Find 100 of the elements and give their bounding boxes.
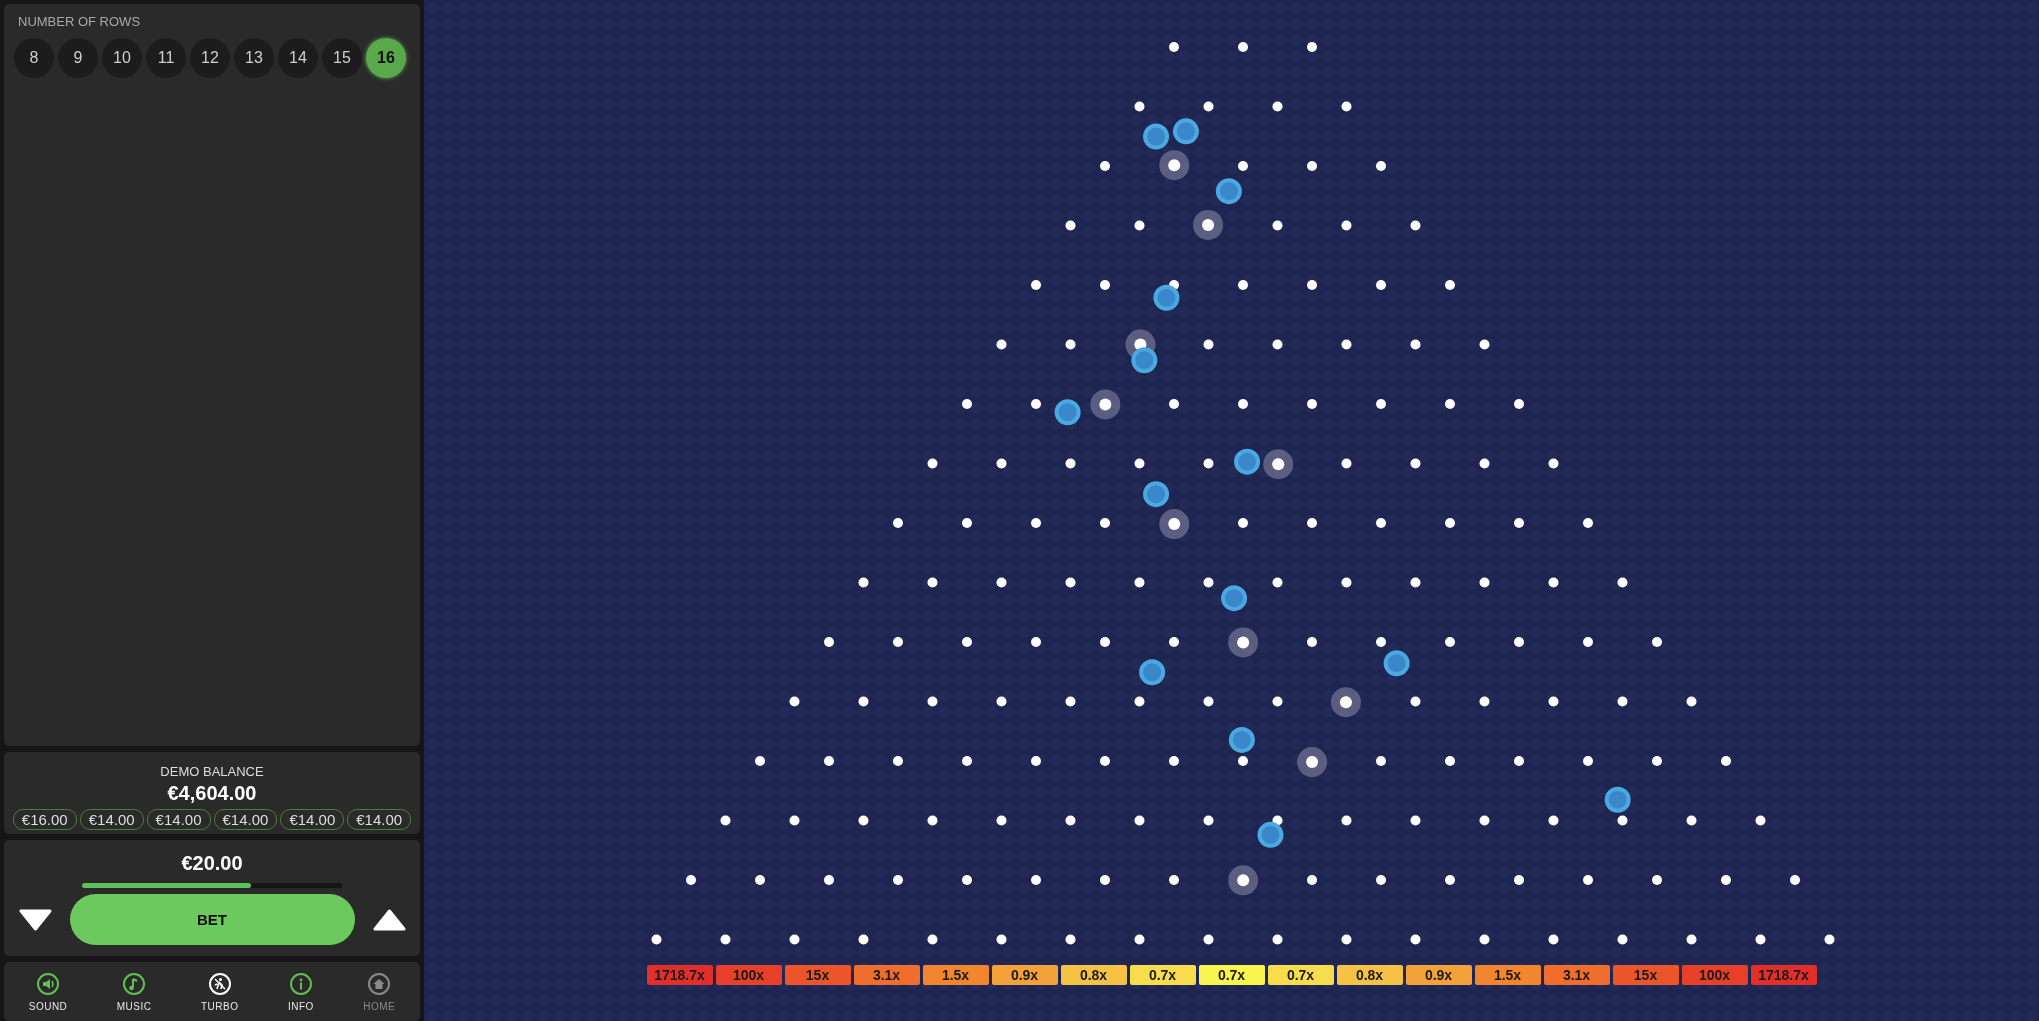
ball: [1215, 178, 1242, 205]
peg: [1341, 101, 1352, 112]
fading-ball: [1228, 627, 1259, 658]
peg: [1238, 518, 1248, 528]
multiplier-slot: 100x: [1681, 965, 1748, 985]
peg: [1790, 875, 1800, 885]
peg: [927, 696, 938, 707]
peg: [1307, 161, 1317, 171]
fading-ball: [1090, 389, 1121, 420]
fading-ball: [1263, 449, 1294, 480]
peg: [962, 399, 972, 409]
peg: [755, 875, 765, 885]
increase-button[interactable]: [372, 908, 406, 931]
peg: [1479, 696, 1490, 707]
peg: [824, 875, 834, 885]
ball: [1383, 650, 1410, 677]
balance-label: DEMO BALANCE: [160, 764, 264, 779]
peg: [1134, 458, 1145, 469]
peg: [1376, 161, 1386, 171]
peg: [1617, 577, 1628, 588]
peg: [1341, 458, 1352, 469]
peg: [1203, 101, 1214, 112]
peg: [1307, 518, 1317, 528]
fading-ball: [1159, 509, 1190, 540]
row-count-button[interactable]: 11: [146, 38, 186, 78]
fading-ball: [1193, 209, 1224, 240]
peg: [893, 875, 903, 885]
peg: [824, 756, 834, 766]
peg: [1376, 280, 1386, 290]
row-count-button[interactable]: 15: [322, 38, 362, 78]
bet-button[interactable]: BET: [69, 894, 355, 945]
peg: [651, 934, 662, 945]
peg: [1203, 339, 1214, 350]
triangle-up-icon: [372, 908, 406, 931]
peg: [1376, 756, 1386, 766]
peg: [1065, 934, 1076, 945]
peg: [1272, 101, 1283, 112]
peg: [1203, 577, 1214, 588]
peg: [1238, 42, 1248, 52]
peg: [1169, 637, 1179, 647]
peg: [996, 696, 1007, 707]
peg: [1445, 399, 1455, 409]
ball: [1131, 347, 1158, 374]
peg: [1169, 399, 1179, 409]
win-chip: €14.00: [213, 809, 278, 830]
peg: [1376, 875, 1386, 885]
multiplier-slot: 1718.7x: [1750, 965, 1817, 985]
row-count-button[interactable]: 8: [14, 38, 54, 78]
peg: [1514, 399, 1524, 409]
peg: [789, 934, 800, 945]
fading-ball: [1297, 747, 1328, 777]
peg: [1376, 399, 1386, 409]
peg: [1341, 815, 1352, 826]
peg: [1100, 280, 1110, 290]
music-note-icon: [122, 971, 147, 996]
peg: [1445, 518, 1455, 528]
peg: [962, 875, 972, 885]
multiplier-slot: 1.5x: [1474, 965, 1541, 985]
row-count-button[interactable]: 14: [278, 38, 318, 78]
peg: [1065, 339, 1076, 350]
peg: [1479, 458, 1490, 469]
multiplier-slot: 1718.7x: [646, 965, 713, 985]
peg: [1514, 875, 1524, 885]
peg: [1617, 815, 1628, 826]
multiplier-slot: 3.1x: [1543, 965, 1610, 985]
peg: [1514, 756, 1524, 766]
peg: [1479, 934, 1490, 945]
row-count-button[interactable]: 9: [58, 38, 98, 78]
peg: [1410, 339, 1421, 350]
toolbar-button[interactable]: MUSIC: [116, 971, 152, 1012]
bet-slider[interactable]: [82, 883, 342, 888]
toolbar-button[interactable]: INFO: [287, 971, 314, 1012]
row-count-button[interactable]: 10: [102, 38, 142, 78]
peg: [927, 458, 938, 469]
decrease-button[interactable]: [18, 908, 52, 931]
peg: [858, 815, 869, 826]
row-count-button[interactable]: 13: [234, 38, 274, 78]
peg: [1307, 42, 1317, 52]
peg: [1479, 577, 1490, 588]
peg: [1376, 518, 1386, 528]
peg: [1169, 875, 1179, 885]
peg: [1583, 637, 1593, 647]
peg: [1617, 696, 1628, 707]
multiplier-slot: 0.9x: [1405, 965, 1472, 985]
peg: [927, 815, 938, 826]
info-icon: [288, 971, 313, 996]
peg: [1514, 637, 1524, 647]
row-count-button[interactable]: 16: [366, 38, 406, 78]
toolbar-button[interactable]: TURBO: [200, 971, 239, 1012]
peg: [1100, 518, 1110, 528]
peg: [1410, 458, 1421, 469]
peg: [1238, 280, 1248, 290]
peg: [1307, 280, 1317, 290]
row-count-button[interactable]: 12: [190, 38, 230, 78]
peg: [962, 518, 972, 528]
peg: [1272, 220, 1283, 231]
peg: [1307, 399, 1317, 409]
toolbar-button[interactable]: SOUND: [28, 971, 68, 1012]
ball: [1139, 659, 1166, 686]
ball: [1172, 118, 1199, 145]
